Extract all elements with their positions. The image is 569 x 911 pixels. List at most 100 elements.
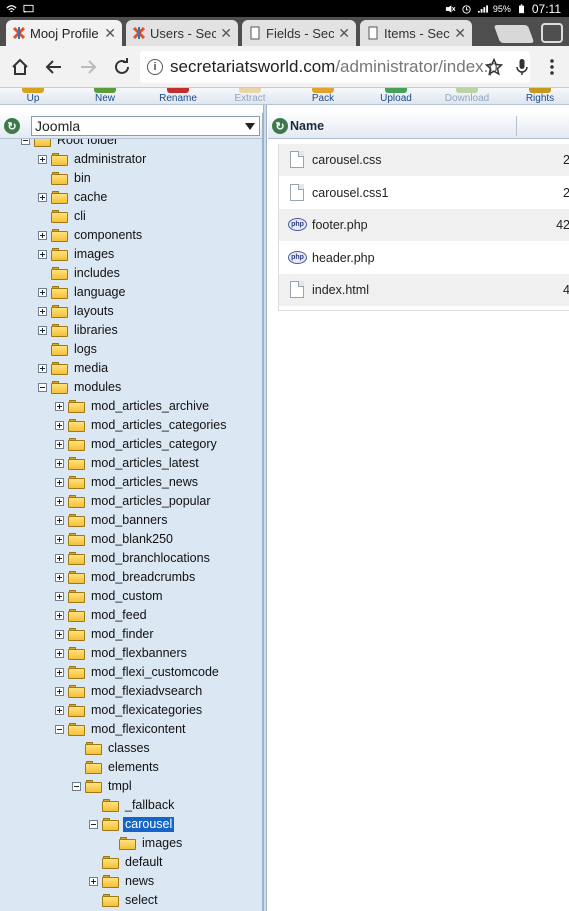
expand-plus-icon[interactable]: [38, 250, 47, 259]
close-icon[interactable]: ✕: [220, 25, 232, 42]
collapse-minus-icon[interactable]: [72, 782, 81, 791]
toolbar-download-button[interactable]: Download: [442, 88, 492, 104]
tree-node[interactable]: layouts: [0, 302, 262, 321]
forward-button[interactable]: [76, 55, 100, 79]
tree-node[interactable]: mod_flexicategories: [0, 701, 262, 720]
tree-node[interactable]: mod_articles_popular: [0, 492, 262, 511]
expand-plus-icon[interactable]: [55, 630, 64, 639]
new-tab-button[interactable]: [493, 25, 535, 43]
expand-plus-icon[interactable]: [38, 364, 47, 373]
tree-node[interactable]: includes: [0, 264, 262, 283]
reload-button[interactable]: [110, 55, 134, 79]
expand-plus-icon[interactable]: [55, 421, 64, 430]
collapse-minus-icon[interactable]: [38, 383, 47, 392]
tree-node[interactable]: mod_flexi_customcode: [0, 663, 262, 682]
tree-node[interactable]: logs: [0, 340, 262, 359]
tree-node[interactable]: mod_banners: [0, 511, 262, 530]
tree-node[interactable]: images: [0, 834, 262, 853]
tree-node[interactable]: classes: [0, 739, 262, 758]
toolbar-up-button[interactable]: Up: [18, 88, 48, 104]
tree-node[interactable]: mod_custom: [0, 587, 262, 606]
expand-plus-icon[interactable]: [55, 668, 64, 677]
expand-plus-icon[interactable]: [55, 611, 64, 620]
tree-node[interactable]: carousel: [0, 815, 262, 834]
menu-button[interactable]: [540, 55, 564, 79]
tree-node[interactable]: mod_flexiadvsearch: [0, 682, 262, 701]
tree-node[interactable]: language: [0, 283, 262, 302]
file-row[interactable]: carousel.css 2: [279, 144, 569, 176]
file-row[interactable]: index.html 4: [279, 274, 569, 306]
expand-plus-icon[interactable]: [55, 459, 64, 468]
tree-node[interactable]: mod_finder: [0, 625, 262, 644]
tab-items[interactable]: Items - Secr ✕: [360, 20, 472, 46]
expand-plus-icon[interactable]: [55, 554, 64, 563]
collapse-minus-icon[interactable]: [55, 725, 64, 734]
expand-plus-icon[interactable]: [55, 478, 64, 487]
tree-node[interactable]: default: [0, 853, 262, 872]
toolbar-pack-button[interactable]: Pack: [306, 88, 340, 104]
tree-node[interactable]: mod_breadcrumbs: [0, 568, 262, 587]
close-icon[interactable]: ✕: [338, 25, 350, 42]
tree-node[interactable]: mod_flexicontent: [0, 720, 262, 739]
panel-splitter[interactable]: [263, 105, 267, 911]
expand-plus-icon[interactable]: [38, 307, 47, 316]
close-icon[interactable]: ✕: [104, 25, 116, 42]
tree-node[interactable]: libraries: [0, 321, 262, 340]
tree-node[interactable]: cache: [0, 188, 262, 207]
tab-fields[interactable]: Fields - Secr ✕: [242, 20, 356, 46]
tree-node[interactable]: media: [0, 359, 262, 378]
expand-plus-icon[interactable]: [55, 535, 64, 544]
refresh-icon[interactable]: ↻: [4, 118, 20, 134]
tab-switcher-button[interactable]: [541, 23, 563, 43]
tree-node[interactable]: tmpl: [0, 777, 262, 796]
info-icon[interactable]: i: [147, 59, 163, 75]
tree-node[interactable]: mod_articles_latest: [0, 454, 262, 473]
tree-node[interactable]: mod_articles_categories: [0, 416, 262, 435]
close-icon[interactable]: ✕: [454, 25, 466, 42]
expand-plus-icon[interactable]: [38, 193, 47, 202]
expand-plus-icon[interactable]: [55, 592, 64, 601]
tree-node[interactable]: mod_flexbanners: [0, 644, 262, 663]
voice-search-button[interactable]: [510, 55, 534, 79]
tree-node[interactable]: images: [0, 245, 262, 264]
tree-node[interactable]: components: [0, 226, 262, 245]
toolbar-rights-button[interactable]: Rights: [522, 88, 558, 104]
expand-plus-icon[interactable]: [55, 402, 64, 411]
tree-node[interactable]: mod_articles_news: [0, 473, 262, 492]
tab-users[interactable]: Users - Secr ✕: [126, 20, 238, 46]
file-row[interactable]: carousel.css1 2: [279, 177, 569, 209]
column-divider[interactable]: [516, 116, 517, 136]
toolbar-rename-button[interactable]: Rename: [155, 88, 201, 104]
tree-node[interactable]: mod_articles_archive: [0, 397, 262, 416]
tree-node[interactable]: administrator: [0, 150, 262, 169]
root-selector[interactable]: Joomla: [31, 116, 260, 136]
expand-plus-icon[interactable]: [38, 288, 47, 297]
expand-plus-icon[interactable]: [55, 649, 64, 658]
expand-plus-icon[interactable]: [89, 877, 98, 886]
collapse-minus-icon[interactable]: [21, 139, 30, 145]
bookmark-star-button[interactable]: [482, 55, 506, 79]
tree-node[interactable]: _fallback: [0, 796, 262, 815]
tree-node[interactable]: bin: [0, 169, 262, 188]
tree-node[interactable]: mod_articles_category: [0, 435, 262, 454]
tab-mooj-profile[interactable]: Mooj Profile ✕: [6, 20, 122, 46]
tree-node[interactable]: cli: [0, 207, 262, 226]
tree-node[interactable]: elements: [0, 758, 262, 777]
tree-node[interactable]: news: [0, 872, 262, 891]
expand-plus-icon[interactable]: [55, 440, 64, 449]
url-field[interactable]: i secretariatsworld.com/administrator/in…: [140, 51, 530, 83]
expand-plus-icon[interactable]: [55, 516, 64, 525]
tree-node[interactable]: mod_branchlocations: [0, 549, 262, 568]
expand-plus-icon[interactable]: [55, 706, 64, 715]
tree-node[interactable]: Root folder: [0, 139, 262, 150]
back-button[interactable]: [42, 55, 66, 79]
refresh-icon[interactable]: ↻: [272, 118, 288, 134]
expand-plus-icon[interactable]: [55, 573, 64, 582]
file-row[interactable]: php header.php: [279, 242, 569, 274]
home-button[interactable]: [8, 55, 32, 79]
expand-plus-icon[interactable]: [38, 155, 47, 164]
collapse-minus-icon[interactable]: [89, 820, 98, 829]
expand-plus-icon[interactable]: [55, 497, 64, 506]
tree-node[interactable]: mod_blank250: [0, 530, 262, 549]
tree-node[interactable]: modules: [0, 378, 262, 397]
